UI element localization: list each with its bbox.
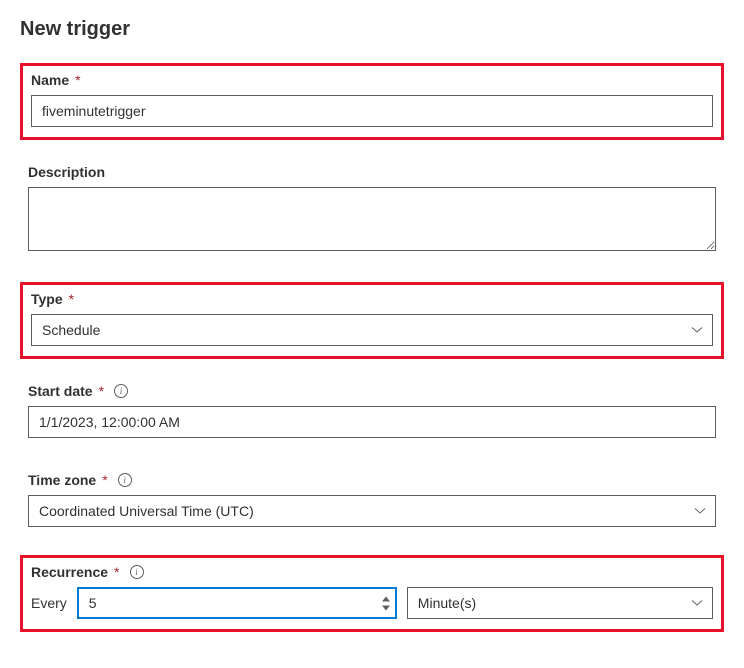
required-asterisk: *	[114, 564, 119, 580]
required-asterisk: *	[69, 291, 74, 307]
info-icon[interactable]: i	[118, 473, 132, 487]
start-date-label: Start date	[28, 383, 93, 399]
interval-stepper[interactable]	[77, 587, 397, 619]
required-asterisk: *	[102, 472, 107, 488]
unit-select[interactable]: Minute(s)	[407, 587, 713, 619]
description-label-row: Description	[28, 164, 716, 180]
start-date-label-row: Start date * i	[28, 383, 716, 399]
required-asterisk: *	[75, 72, 80, 88]
description-textarea[interactable]	[28, 187, 716, 251]
page-title: New trigger	[20, 18, 724, 41]
interval-input[interactable]	[77, 587, 397, 619]
description-section: Description	[20, 158, 724, 264]
type-label: Type	[31, 291, 63, 307]
name-section: Name *	[20, 63, 724, 140]
start-date-section: Start date * i	[20, 377, 724, 448]
time-zone-label: Time zone	[28, 472, 96, 488]
required-asterisk: *	[99, 383, 104, 399]
recurrence-section: Recurrence * i Every Minute(s)	[20, 555, 724, 632]
time-zone-select-value: Coordinated Universal Time (UTC)	[39, 503, 254, 519]
info-icon[interactable]: i	[130, 565, 144, 579]
type-label-row: Type *	[31, 291, 713, 307]
name-label: Name	[31, 72, 69, 88]
name-input[interactable]	[31, 95, 713, 127]
start-date-input[interactable]	[28, 406, 716, 438]
info-icon[interactable]: i	[114, 384, 128, 398]
recurrence-label-row: Recurrence * i	[31, 564, 713, 580]
unit-select-value: Minute(s)	[418, 595, 476, 611]
description-label: Description	[28, 164, 105, 180]
time-zone-select[interactable]: Coordinated Universal Time (UTC)	[28, 495, 716, 527]
type-section: Type * Schedule	[20, 282, 724, 359]
type-select-value: Schedule	[42, 322, 100, 338]
type-select[interactable]: Schedule	[31, 314, 713, 346]
time-zone-label-row: Time zone * i	[28, 472, 716, 488]
recurrence-label: Recurrence	[31, 564, 108, 580]
name-label-row: Name *	[31, 72, 713, 88]
every-label: Every	[31, 595, 67, 611]
time-zone-section: Time zone * i Coordinated Universal Time…	[20, 466, 724, 537]
recurrence-row: Every Minute(s)	[31, 587, 713, 619]
